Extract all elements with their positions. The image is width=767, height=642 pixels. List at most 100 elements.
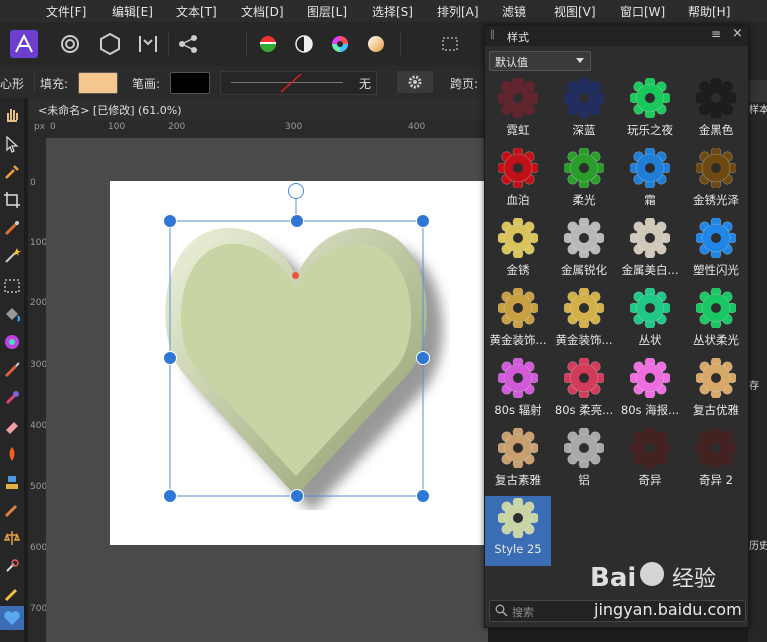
pen-tool-icon[interactable] [2, 556, 22, 576]
resize-handle-left[interactable] [163, 351, 177, 365]
color-picker-icon[interactable] [2, 162, 22, 182]
styles-panel-header[interactable]: ‖ 样式 ≡ × [485, 26, 748, 46]
style-swatch[interactable]: 金黑色 [683, 76, 749, 146]
stroke-settings-button[interactable] [397, 71, 433, 93]
style-swatch-label: 黄金装饰... [489, 333, 547, 347]
pixel-persona-icon[interactable] [96, 30, 124, 58]
style-swatch[interactable]: 塑性闪光 [683, 216, 749, 286]
style-swatch[interactable]: 黄金装饰... [551, 286, 617, 356]
clone-tool-icon[interactable] [2, 472, 22, 492]
menu-arrange[interactable]: 排列[A] [437, 3, 479, 20]
close-icon[interactable]: × [732, 26, 743, 41]
panel-menu-icon[interactable]: ≡ [711, 27, 721, 41]
swatches-tab-label[interactable]: 样本 [749, 101, 767, 116]
contrast-icon[interactable] [290, 30, 318, 58]
designer-persona-icon[interactable] [56, 30, 84, 58]
style-swatch[interactable]: 霓虹 [485, 76, 551, 146]
inpainting-icon[interactable] [2, 528, 22, 548]
style-swatch[interactable]: 黄金装饰... [485, 286, 551, 356]
menu-select[interactable]: 选择[S] [372, 3, 413, 20]
resize-handle-top[interactable] [290, 214, 304, 228]
flood-fill-icon[interactable] [2, 304, 22, 324]
eraser-icon[interactable] [2, 416, 22, 436]
menu-document[interactable]: 文档[D] [241, 3, 284, 20]
style-swatch[interactable]: 柔光 [551, 146, 617, 216]
resize-handle-bottom-right[interactable] [416, 489, 430, 503]
menu-layer[interactable]: 图层[L] [307, 3, 347, 20]
share-icon[interactable] [174, 30, 202, 58]
style-swatch[interactable]: 复古素雅 [485, 426, 551, 496]
menu-filters[interactable]: 滤镜 [502, 3, 526, 20]
marquee-icon[interactable] [436, 30, 464, 58]
heart-shape-icon [4, 611, 20, 625]
resize-handle-top-left[interactable] [163, 214, 177, 228]
gear-aluminum-icon [564, 428, 604, 468]
fill-color-swatch[interactable] [78, 72, 118, 94]
move-tool-icon[interactable] [2, 134, 22, 154]
tools-panel [0, 98, 25, 642]
style-swatch[interactable]: Style 25 [485, 496, 551, 566]
style-swatch[interactable]: 奇异 [617, 426, 683, 496]
color-replace-icon[interactable] [2, 332, 22, 352]
crop-tool-icon[interactable] [2, 190, 22, 210]
style-swatch-label: 80s 辐射 [494, 403, 542, 417]
hand-tool-icon[interactable] [2, 104, 22, 124]
resize-handle-right[interactable] [416, 351, 430, 365]
menu-help[interactable]: 帮助[H] [688, 3, 730, 20]
style-swatch[interactable]: 霜 [617, 146, 683, 216]
style-swatch[interactable]: 80s 柔亮... [551, 356, 617, 426]
shape-control-point[interactable] [292, 272, 299, 279]
style-swatch-label: 塑性闪光 [693, 263, 739, 277]
gear-metal-sharpen-icon [564, 218, 604, 258]
style-swatch[interactable]: 80s 辐射 [485, 356, 551, 426]
mixer-brush-icon[interactable] [2, 388, 22, 408]
menu-window[interactable]: 窗口[W] [620, 3, 665, 20]
pencil-tool-icon[interactable] [2, 584, 22, 604]
style-swatch[interactable]: 金属锐化 [551, 216, 617, 286]
menu-view[interactable]: 视图[V] [554, 3, 596, 20]
store-tab-label[interactable]: 存 [749, 377, 759, 392]
color-wheel-icon[interactable] [326, 30, 354, 58]
shape-tool-button[interactable] [0, 606, 24, 630]
style-swatch-label: 霜 [644, 193, 656, 207]
gear-fun-night-icon [630, 78, 670, 118]
style-swatch[interactable]: 金锈光泽 [683, 146, 749, 216]
style-swatch[interactable]: 80s 海报... [617, 356, 683, 426]
gear-retro-plain-icon [498, 428, 538, 468]
menu-text[interactable]: 文本[T] [176, 3, 217, 20]
stroke-color-swatch[interactable] [170, 72, 210, 94]
history-tab-label[interactable]: 历史 [749, 537, 767, 552]
app-logo-icon[interactable] [10, 30, 38, 58]
menu-file[interactable]: 文件[F] [46, 3, 86, 20]
watermark: Bai 经验 jingyan.baidu.com [590, 556, 742, 626]
style-swatch[interactable]: 复古优雅 [683, 356, 749, 426]
style-swatch-label: 80s 海报... [620, 403, 680, 417]
export-persona-icon[interactable] [134, 30, 162, 58]
stroke-width-slider[interactable]: 无 [220, 71, 377, 95]
preset-dropdown[interactable]: 默认值 [489, 51, 591, 71]
panel-grip-icon[interactable]: ‖ [490, 29, 495, 40]
magic-wand-icon[interactable] [2, 246, 22, 266]
style-swatch[interactable]: 铝 [551, 426, 617, 496]
style-swatch[interactable]: 血泊 [485, 146, 551, 216]
burn-tool-icon[interactable] [2, 444, 22, 464]
marquee-tool-icon[interactable] [2, 276, 22, 296]
style-swatch[interactable]: 玩乐之夜 [617, 76, 683, 146]
style-swatch[interactable]: 深蓝 [551, 76, 617, 146]
style-swatch[interactable]: 丛状柔光 [683, 286, 749, 356]
document-tab[interactable]: <未命名> [已修改] (61.0%) [28, 98, 488, 120]
style-swatch[interactable]: 金锈 [485, 216, 551, 286]
resize-handle-bottom-left[interactable] [163, 489, 177, 503]
menu-edit[interactable]: 编辑[E] [112, 3, 153, 20]
resize-handle-top-right[interactable] [416, 214, 430, 228]
style-swatch[interactable]: 奇异 2 [683, 426, 749, 496]
color-adjust-icon[interactable] [254, 30, 282, 58]
selection-brush-icon[interactable] [2, 218, 22, 238]
smudge-tool-icon[interactable] [2, 500, 22, 520]
paint-brush-icon[interactable] [2, 360, 22, 380]
rotation-handle[interactable] [288, 183, 304, 199]
gradient-icon[interactable] [362, 30, 390, 58]
resize-handle-bottom[interactable] [290, 489, 304, 503]
style-swatch[interactable]: 丛状 [617, 286, 683, 356]
style-swatch[interactable]: 金属美白... [617, 216, 683, 286]
